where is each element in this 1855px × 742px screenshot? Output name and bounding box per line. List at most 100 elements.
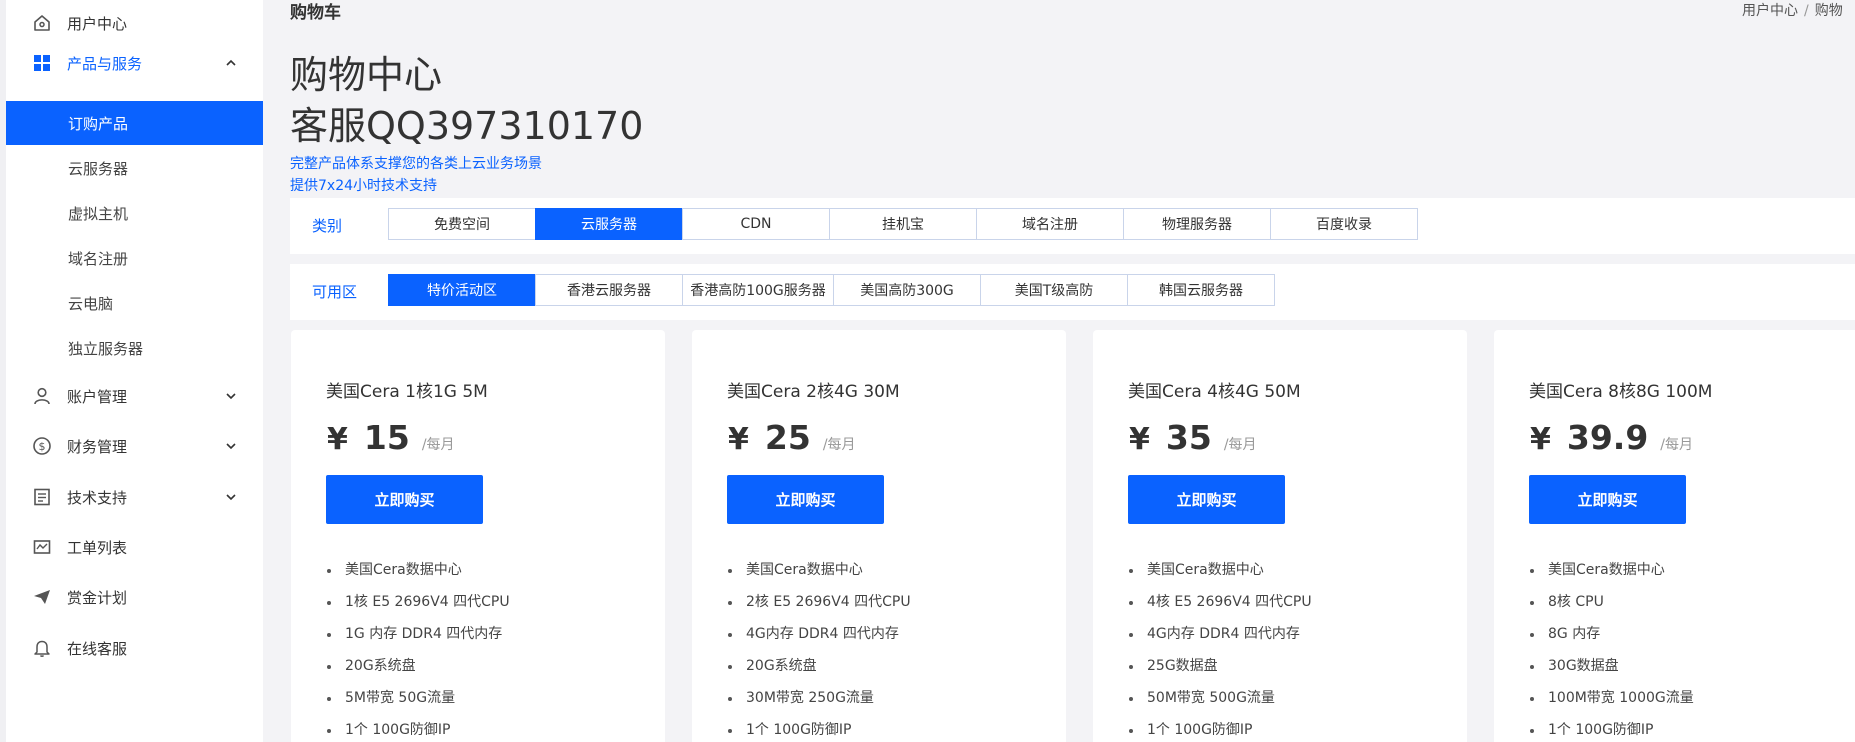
sidebar-item-label: 账户管理 [67, 387, 128, 406]
category-option-domain[interactable]: 域名注册 [976, 208, 1124, 240]
feature-item: 美国Cera数据中心 [1128, 562, 1312, 594]
feature-item: 100M带宽 1000G流量 [1529, 690, 1694, 722]
sidebar-item-online-service[interactable]: 在线客服 [6, 628, 263, 668]
product-card: 美国Cera 8核8G 100M ¥ 39.9 /每月 立即购买 美国Cera数… [1494, 330, 1855, 742]
feature-item: 4核 E5 2696V4 四代CPU [1128, 594, 1312, 626]
sidebar-subitem-label: 订购产品 [68, 114, 129, 133]
feature-item: 4G内存 DDR4 四代内存 [727, 626, 911, 658]
product-name: 美国Cera 2核4G 30M [727, 382, 900, 402]
chevron-down-icon [226, 494, 236, 501]
category-option-guajibao[interactable]: 挂机宝 [829, 208, 977, 240]
support-qq-title: 客服QQ397310170 [290, 104, 644, 148]
sidebar-subitem-label: 虚拟主机 [68, 204, 129, 223]
zone-options: 特价活动区 香港云服务器 香港高防100G服务器 美国高防300G 美国T级高防… [388, 274, 1275, 306]
feature-item: 美国Cera数据中心 [727, 562, 911, 594]
feature-item: 20G系统盘 [727, 658, 911, 690]
breadcrumb-current: 购物 [1814, 3, 1843, 19]
buy-now-button[interactable]: 立即购买 [1529, 475, 1686, 524]
feature-list: 美国Cera数据中心 8核 CPU 8G 内存 30G数据盘 100M带宽 10… [1529, 562, 1694, 742]
dollar-circle-icon: $ [33, 437, 51, 455]
sidebar-item-account[interactable]: 账户管理 [6, 376, 263, 416]
category-option-baidu-index[interactable]: 百度收录 [1270, 208, 1418, 240]
sidebar-item-products[interactable]: 产品与服务 [6, 43, 263, 83]
feature-list: 美国Cera数据中心 4核 E5 2696V4 四代CPU 4G内存 DDR4 … [1128, 562, 1312, 742]
sidebar: 用户中心 产品与服务 订购产品 云服务器 虚拟主机 域名注册 云电脑 独立服务器 [0, 0, 263, 742]
sidebar-subitem-label: 独立服务器 [68, 339, 144, 358]
sidebar-subitem-label: 云电脑 [68, 294, 114, 313]
price-period: /每月 [1660, 437, 1694, 453]
zone-option-special-offer[interactable]: 特价活动区 [388, 274, 536, 306]
product-name: 美国Cera 8核8G 100M [1529, 382, 1713, 402]
tagline-2: 提供7x24小时技术支持 [290, 178, 438, 194]
category-label: 类别 [312, 217, 343, 235]
sidebar-subitem-cloud-pc[interactable]: 云电脑 [6, 281, 263, 325]
feature-item: 美国Cera数据中心 [1529, 562, 1694, 594]
zone-label: 可用区 [312, 283, 358, 301]
zone-option-us-ddos-300g[interactable]: 美国高防300G [833, 274, 981, 306]
product-price: ¥ 15 /每月 [327, 418, 455, 457]
feature-list: 美国Cera数据中心 1核 E5 2696V4 四代CPU 1G 内存 DDR4… [326, 562, 510, 742]
category-option-free-space[interactable]: 免费空间 [388, 208, 536, 240]
feature-item: 1个 100G防御IP [1529, 722, 1694, 742]
feature-item: 1个 100G防御IP [326, 722, 510, 742]
price-amount: 35 [1165, 418, 1212, 457]
feature-item: 4G内存 DDR4 四代内存 [1128, 626, 1312, 658]
zone-option-us-tbit-ddos[interactable]: 美国T级高防 [980, 274, 1128, 306]
currency-symbol: ¥ [1530, 422, 1551, 457]
category-options: 免费空间 云服务器 CDN 挂机宝 域名注册 物理服务器 百度收录 [388, 208, 1418, 240]
zone-option-hk-cloud[interactable]: 香港云服务器 [535, 274, 683, 306]
sidebar-subitem-label: 云服务器 [68, 159, 129, 178]
price-amount: 25 [764, 418, 811, 457]
sidebar-subitem-virtual-host[interactable]: 虚拟主机 [6, 191, 263, 235]
sidebar-item-label: 赏金计划 [67, 588, 128, 607]
category-filter: 类别 免费空间 云服务器 CDN 挂机宝 域名注册 物理服务器 百度收录 [290, 198, 1855, 254]
sidebar-item-user-center[interactable]: 用户中心 [6, 3, 263, 43]
product-price: ¥ 39.9 /每月 [1530, 418, 1693, 457]
feature-item: 1个 100G防御IP [1128, 722, 1312, 742]
paper-plane-icon [34, 590, 50, 604]
sidebar-item-finance[interactable]: $ 财务管理 [6, 426, 263, 466]
price-period: /每月 [1223, 437, 1257, 453]
svg-text:$: $ [39, 440, 46, 453]
feature-item: 20G系统盘 [326, 658, 510, 690]
breadcrumb: 用户中心 / 购物 [1742, 0, 1843, 20]
sidebar-item-label: 用户中心 [67, 14, 128, 33]
sidebar-item-tickets[interactable]: 工单列表 [6, 527, 263, 567]
sidebar-item-tech-support[interactable]: 技术支持 [6, 477, 263, 517]
home-icon [34, 15, 50, 31]
sidebar-subitem-order-products[interactable]: 订购产品 [6, 101, 263, 145]
buy-now-button[interactable]: 立即购买 [1128, 475, 1285, 524]
page-title: 购物车 [290, 3, 341, 23]
buy-now-button[interactable]: 立即购买 [727, 475, 884, 524]
price-period: /每月 [822, 437, 856, 453]
sidebar-subitem-domain[interactable]: 域名注册 [6, 236, 263, 280]
price-period: /每月 [421, 437, 455, 453]
zone-option-kr-cloud[interactable]: 韩国云服务器 [1127, 274, 1275, 306]
bell-icon [34, 640, 50, 657]
sidebar-subitem-dedicated-server[interactable]: 独立服务器 [6, 326, 263, 370]
breadcrumb-link-user-center[interactable]: 用户中心 [1742, 3, 1798, 19]
product-name: 美国Cera 1核1G 5M [326, 382, 488, 402]
feature-item: 50M带宽 500G流量 [1128, 690, 1312, 722]
category-option-physical-server[interactable]: 物理服务器 [1123, 208, 1271, 240]
product-price: ¥ 25 /每月 [728, 418, 856, 457]
document-icon [34, 488, 50, 506]
product-card: 美国Cera 1核1G 5M ¥ 15 /每月 立即购买 美国Cera数据中心 … [291, 330, 665, 742]
feature-item: 1核 E5 2696V4 四代CPU [326, 594, 510, 626]
buy-now-button[interactable]: 立即购买 [326, 475, 483, 524]
sidebar-item-label: 工单列表 [67, 538, 128, 557]
price-amount: 39.9 [1566, 418, 1649, 457]
feature-item: 25G数据盘 [1128, 658, 1312, 690]
category-option-cloud-server[interactable]: 云服务器 [535, 208, 683, 240]
sidebar-item-bounty[interactable]: 赏金计划 [6, 577, 263, 617]
grid-icon [34, 55, 50, 71]
chevron-down-icon [226, 443, 236, 450]
sidebar-subitem-cloud-server[interactable]: 云服务器 [6, 146, 263, 190]
currency-symbol: ¥ [728, 422, 749, 457]
sidebar-item-label: 在线客服 [67, 639, 128, 658]
sidebar-item-label: 财务管理 [67, 437, 128, 456]
feature-item: 8G 内存 [1529, 626, 1694, 658]
ticket-icon [33, 540, 51, 554]
category-option-cdn[interactable]: CDN [682, 208, 830, 240]
zone-option-hk-ddos-100g[interactable]: 香港高防100G服务器 [682, 274, 834, 306]
